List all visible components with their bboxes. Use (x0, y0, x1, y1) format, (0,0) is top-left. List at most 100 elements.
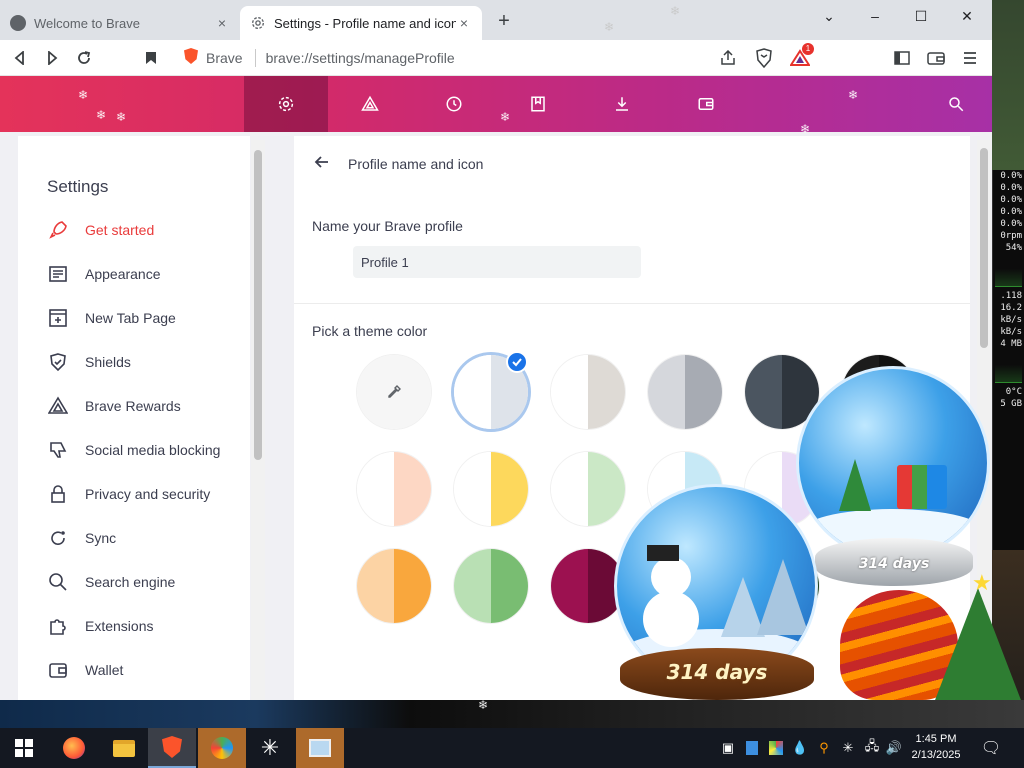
tray-colorful-app-icon[interactable] (766, 728, 786, 768)
share-icon (721, 50, 735, 65)
theme-color-swatch[interactable] (454, 452, 528, 526)
header-rewards-button[interactable] (328, 76, 412, 132)
sidebar-icon (894, 51, 910, 65)
back-arrow-icon (314, 156, 328, 168)
brave-taskbar-button[interactable] (148, 728, 196, 768)
theme-color-swatch[interactable] (551, 452, 625, 526)
page-title: Profile name and icon (348, 156, 484, 172)
header-search-button[interactable] (920, 76, 992, 132)
sidebar-scrollbar[interactable] (251, 140, 265, 700)
sidebar-item-social-media-blocking[interactable]: Social media blocking (18, 428, 250, 472)
snowflake-icon: ❄ (116, 110, 127, 124)
sidebar-item-label: Social media blocking (85, 442, 221, 458)
sidebar-item-brave-rewards[interactable]: Brave Rewards (18, 384, 250, 428)
bookmarks-icon (531, 96, 545, 112)
tab-search-button[interactable]: ⌄ (806, 0, 852, 32)
sidebar-item-new-tab-page[interactable]: New Tab Page (18, 296, 250, 340)
content-scroll-thumb[interactable] (980, 148, 988, 348)
maximize-button[interactable]: ☐ (898, 0, 944, 32)
sidebar-item-label: Get started (85, 222, 155, 238)
swatch-left-half (454, 549, 491, 623)
snowflake-icon: ❄ (78, 88, 89, 102)
tray-network-monitor-icon[interactable]: ▣ (718, 728, 738, 768)
tree-icon (839, 459, 871, 511)
start-button[interactable] (0, 728, 48, 768)
slideshow-taskbar-button[interactable] (296, 728, 344, 768)
sidebar-item-appearance[interactable]: Appearance (18, 252, 250, 296)
gadget-readout: kB/s (1000, 315, 1022, 325)
notifications-icon[interactable]: 🗨 (978, 728, 1004, 768)
theme-color-swatch[interactable] (357, 549, 431, 623)
header-settings-button[interactable] (244, 76, 328, 132)
clock-date: 2/13/2025 (911, 749, 961, 761)
new-tab-button[interactable]: + (492, 10, 516, 34)
theme-color-swatch[interactable] (454, 549, 528, 623)
forward-button[interactable] (40, 46, 64, 70)
url-text[interactable]: brave://settings/manageProfile (266, 50, 455, 66)
network-icon[interactable]: 🖧 (862, 728, 882, 768)
gadget-readout: 0.0% (1000, 207, 1022, 217)
header-history-button[interactable] (412, 76, 496, 132)
tree-icon (757, 559, 809, 635)
swatch-left-half (454, 452, 491, 526)
sidebar-item-privacy-and-security[interactable]: Privacy and security (18, 472, 250, 516)
theme-color-swatch[interactable] (551, 355, 625, 429)
firefox-taskbar-button[interactable] (50, 728, 98, 768)
sidebar-item-label: Sync (85, 530, 117, 546)
tray-blue-app-icon[interactable] (742, 728, 762, 768)
tray-droplet-icon[interactable]: 💧 (790, 728, 810, 768)
reload-button[interactable] (72, 46, 96, 70)
main-menu-button[interactable] (958, 46, 982, 70)
wallet-toolbar-button[interactable] (924, 46, 948, 70)
snowflake-taskbar-button[interactable]: ✳ (246, 728, 294, 768)
sidebar-item-sync[interactable]: Sync (18, 516, 250, 560)
tray-search-icon[interactable]: ⚲ (814, 728, 834, 768)
address-divider (254, 49, 256, 67)
gadget-readout: 16.2 (1000, 303, 1022, 313)
profile-name-input[interactable] (353, 246, 641, 278)
share-button[interactable] (716, 46, 740, 70)
gadget-readout: kB/s (1000, 327, 1022, 337)
sidebar-toggle-button[interactable] (890, 46, 914, 70)
header-wallet-button[interactable] (664, 76, 748, 132)
sidebar-item-shields[interactable]: Shields (18, 340, 250, 384)
gadget-readout: 5 GB (1000, 399, 1022, 409)
swatch-left-half (745, 355, 782, 429)
close-window-button[interactable]: ✕ (944, 0, 990, 32)
sidebar-item-extensions[interactable]: Extensions (18, 604, 250, 648)
rewards-icon (361, 95, 379, 111)
theme-color-swatch[interactable] (357, 452, 431, 526)
rewards-button[interactable]: 1 (788, 43, 814, 70)
bookmark-icon (146, 52, 156, 64)
sidebar-scroll-thumb[interactable] (254, 150, 262, 460)
tab-close-icon[interactable]: × (214, 15, 230, 31)
back-button[interactable] (8, 46, 32, 70)
tab-close-icon[interactable]: × (456, 15, 472, 31)
desktop-gadget-taskbar-button[interactable] (198, 728, 246, 768)
sidebar-item-get-started[interactable]: Get started (18, 208, 250, 252)
bookmark-button[interactable] (139, 46, 163, 70)
header-downloads-button[interactable] (580, 76, 664, 132)
selected-check-icon (506, 351, 528, 373)
days-counter-small: 314 days (858, 556, 930, 572)
appearance-icon (47, 264, 69, 284)
sidebar-item-wallet[interactable]: Wallet (18, 648, 250, 692)
volume-icon[interactable]: 🔊 (884, 728, 904, 768)
tab-welcome[interactable]: Welcome to Brave × (0, 6, 240, 40)
minimize-button[interactable]: – (852, 0, 898, 32)
tray-snowflake-icon[interactable]: ✳ (838, 728, 858, 768)
tab-settings[interactable]: Settings - Profile name and icon × (240, 6, 482, 40)
sidebar-item-label: Wallet (85, 662, 124, 678)
back-arrow-button[interactable] (312, 152, 332, 172)
theme-color-swatch[interactable] (648, 355, 722, 429)
sidebar-item-search-engine[interactable]: Search engine (18, 560, 250, 604)
settings-icon (278, 96, 294, 112)
settings-sidebar: Settings Get started Appearance New Tab Pa… (18, 136, 250, 700)
sidebar-item-label: New Tab Page (85, 310, 176, 326)
swatch-left-half (648, 355, 685, 429)
custom-color-picker[interactable] (357, 355, 431, 429)
toolbar: Brave brave://settings/manageProfile 1 (0, 40, 992, 76)
file-explorer-taskbar-button[interactable] (100, 728, 148, 768)
taskbar-clock[interactable]: 1:45 PM 2/13/2025 (904, 731, 968, 763)
shields-button[interactable] (752, 46, 776, 70)
